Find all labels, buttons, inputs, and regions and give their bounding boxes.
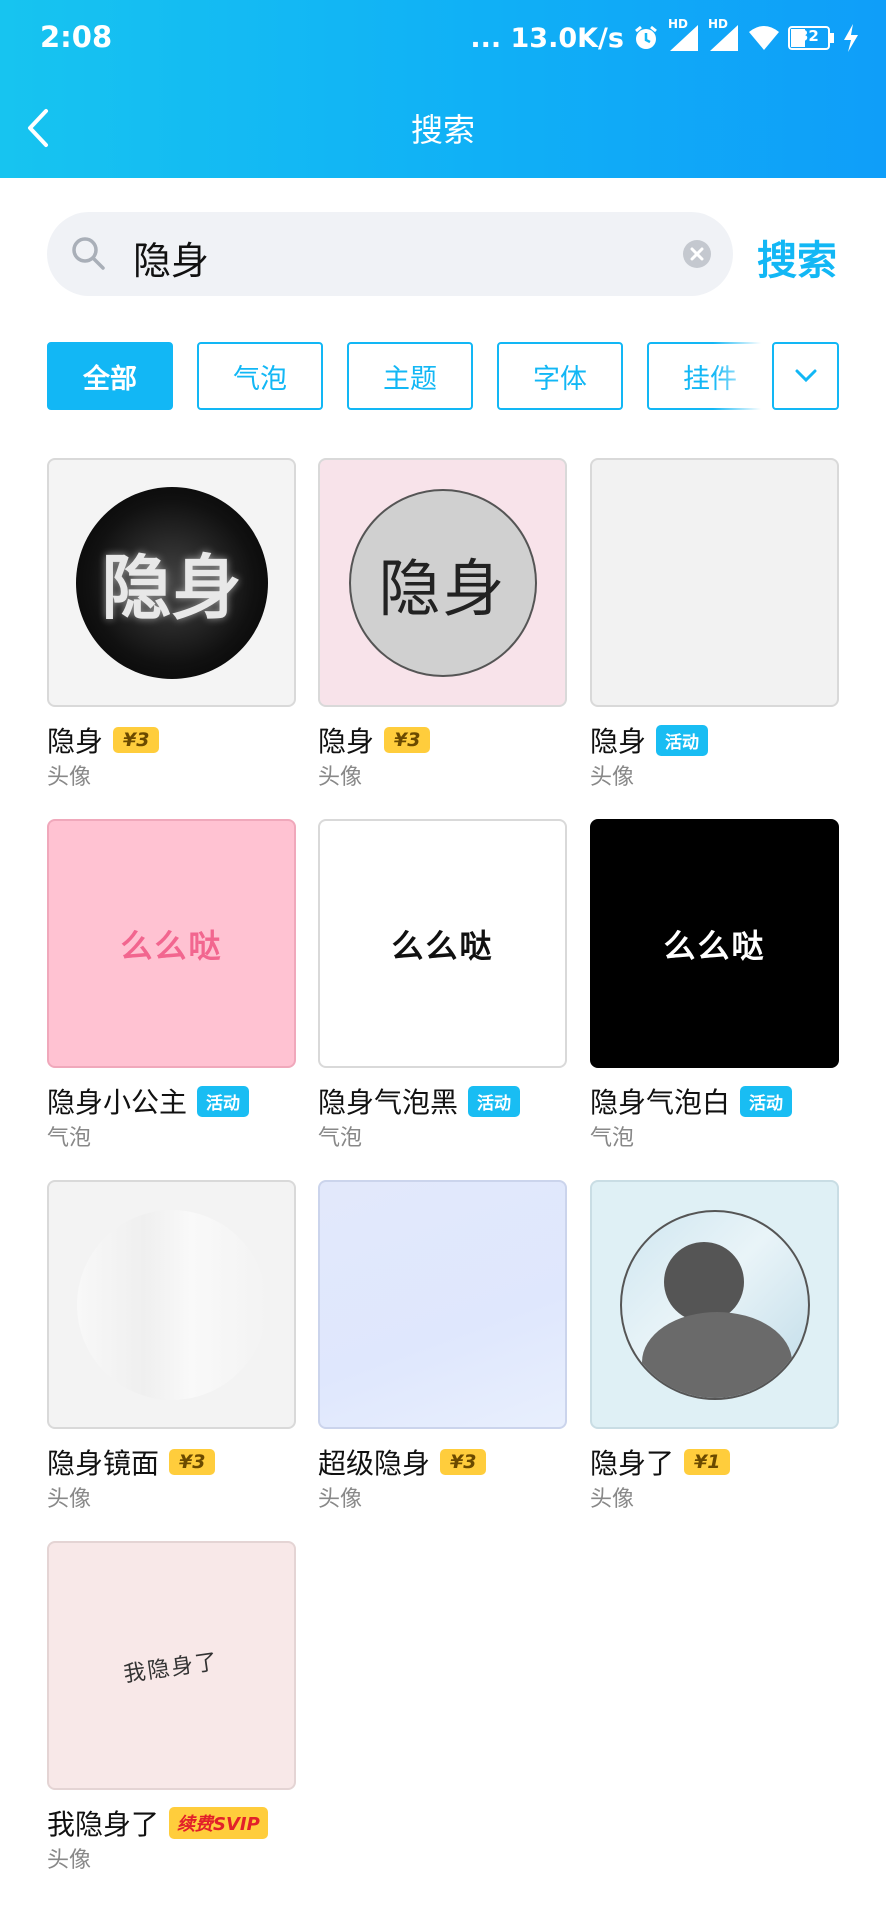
search-icon [72, 237, 105, 270]
item-category: 气泡 [318, 1126, 363, 1151]
item-name: 我隐身了 [47, 1808, 160, 1841]
battery-icon: 32 [788, 26, 834, 50]
result-card[interactable]: 隐身 隐身 ¥3 头像 [318, 458, 567, 791]
avatar-thumbnail[interactable] [590, 1180, 839, 1429]
item-category: 头像 [590, 765, 635, 790]
item-category: 气泡 [47, 1126, 92, 1151]
result-card[interactable]: 隐身镜面 ¥3 头像 [47, 1180, 296, 1513]
price-badge: ¥3 [113, 727, 160, 753]
status-icons: ... 13.0K/s HD HD 32 [470, 17, 860, 58]
item-category: 气泡 [590, 1126, 635, 1151]
signal-icon: HD [668, 17, 700, 53]
avatar-thumbnail[interactable]: 隐身 [318, 458, 567, 707]
price-badge: ¥1 [684, 1449, 731, 1475]
item-category: 头像 [47, 1487, 92, 1512]
result-card[interactable]: 隐身 隐身 ¥3 头像 [47, 458, 296, 791]
avatar-thumbnail[interactable] [318, 1180, 567, 1429]
filter-expand-button[interactable] [772, 342, 839, 410]
wifi-icon [748, 24, 780, 52]
bubble-thumbnail[interactable]: 么么哒 [590, 819, 839, 1068]
filter-all[interactable]: 全部 [47, 342, 173, 410]
item-category: 头像 [318, 765, 363, 790]
result-card[interactable]: 超级隐身 ¥3 头像 [318, 1180, 567, 1513]
result-card[interactable]: 隐身 活动 头像 [590, 458, 839, 791]
price-badge: ¥3 [169, 1449, 216, 1475]
item-name: 超级隐身 [318, 1447, 431, 1480]
event-badge: 活动 [740, 1085, 793, 1117]
event-badge: 活动 [468, 1085, 521, 1117]
filter-theme[interactable]: 主题 [347, 342, 473, 410]
item-category: 头像 [590, 1487, 635, 1512]
status-time: 2:08 [40, 20, 113, 54]
item-name: 隐身气泡黑 [318, 1086, 459, 1119]
item-name: 隐身小公主 [47, 1086, 188, 1119]
signal-icon: HD [708, 17, 740, 53]
alarm-icon [632, 24, 660, 52]
price-badge: ¥3 [440, 1449, 487, 1475]
search-input[interactable]: 隐身 [47, 212, 733, 296]
item-category: 头像 [47, 1848, 92, 1873]
filter-pendant-clip: 挂件 [647, 342, 773, 410]
svip-badge: 续费SVIP [169, 1807, 268, 1839]
bubble-thumbnail[interactable]: 么么哒 [318, 819, 567, 1068]
top-bar: 2:08 ... 13.0K/s HD HD 32 搜索 [0, 0, 886, 178]
item-category: 头像 [47, 765, 92, 790]
chevron-down-icon [795, 369, 816, 383]
avatar-thumbnail[interactable]: 隐身 [47, 458, 296, 707]
filter-bubble[interactable]: 气泡 [197, 342, 323, 410]
item-name: 隐身了 [590, 1447, 675, 1480]
item-name: 隐身 [47, 725, 104, 758]
event-badge: 活动 [656, 724, 709, 756]
item-name: 隐身 [590, 725, 647, 758]
search-button[interactable]: 搜索 [757, 228, 837, 286]
item-category: 头像 [318, 1487, 363, 1512]
filter-font[interactable]: 字体 [497, 342, 623, 410]
search-query[interactable]: 隐身 [133, 230, 209, 285]
charging-icon [842, 23, 860, 53]
result-card[interactable]: 我隐身了 我隐身了 续费SVIP 头像 [47, 1541, 296, 1874]
avatar-thumbnail[interactable] [47, 1180, 296, 1429]
price-badge: ¥3 [384, 727, 431, 753]
event-badge: 活动 [197, 1085, 250, 1117]
result-card[interactable]: 隐身了 ¥1 头像 [590, 1180, 839, 1513]
network-speed: ... 13.0K/s [470, 22, 624, 54]
result-card[interactable]: 么么哒 隐身气泡黑 活动 气泡 [318, 819, 567, 1152]
avatar-thumbnail[interactable]: 我隐身了 [47, 1541, 296, 1790]
avatar-thumbnail[interactable] [590, 458, 839, 707]
result-card[interactable]: 么么哒 隐身小公主 活动 气泡 [47, 819, 296, 1152]
clear-icon[interactable] [681, 238, 713, 270]
page-title: 搜索 [410, 111, 475, 149]
item-name: 隐身镜面 [47, 1447, 160, 1480]
result-card[interactable]: 么么哒 隐身气泡白 活动 气泡 [590, 819, 839, 1152]
item-name: 隐身 [318, 725, 375, 758]
item-name: 隐身气泡白 [590, 1086, 731, 1119]
bubble-thumbnail[interactable]: 么么哒 [47, 819, 296, 1068]
